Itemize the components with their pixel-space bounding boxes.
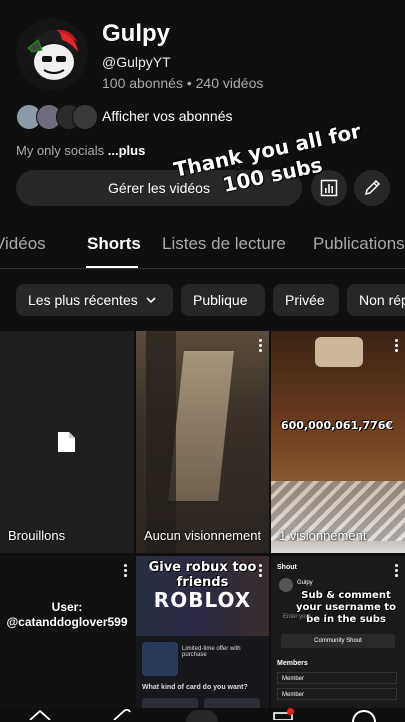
thumbnail-caption-line: your username to [296, 602, 396, 613]
drafts-label: Brouillons [8, 528, 66, 543]
chip-label: Les plus récentes [28, 292, 138, 308]
tab-shorts[interactable]: Shorts [87, 234, 141, 254]
filter-chip-public[interactable]: Publique [181, 284, 265, 316]
show-subscribers-link[interactable]: Afficher vos abonnés [102, 108, 233, 124]
thumbnail-text-line: User: [51, 600, 83, 614]
pencil-icon [364, 179, 381, 196]
analytics-icon [320, 179, 338, 197]
more-options-icon[interactable] [259, 564, 263, 579]
roblox-logo: ROBLOX [153, 588, 252, 612]
chevron-down-icon [146, 297, 156, 304]
filter-chip-private[interactable]: Privée [273, 284, 339, 316]
views-label: Aucun visionnement [144, 528, 262, 543]
video-thumbnail-shape [315, 337, 363, 367]
thumbnail-caption-line: Give robux too [148, 560, 257, 575]
channel-avatar[interactable] [16, 18, 88, 90]
shout-header: Shout [277, 564, 297, 571]
community-shout-button: Community Shout [281, 634, 395, 648]
thumbnail-text: User: @catanddoglover599 [0, 600, 134, 630]
shout-input-placeholder: Enter your [283, 614, 311, 620]
edit-channel-button[interactable] [354, 170, 390, 206]
tab-videos[interactable]: Vidéos [0, 234, 46, 254]
create-button[interactable] [186, 710, 218, 722]
drafts-tile[interactable]: Brouillons [0, 331, 134, 553]
members-header: Members [277, 660, 308, 667]
subscriber-avatar [72, 104, 98, 130]
member-row: Member [277, 688, 397, 700]
shout-user: Gulpy [297, 580, 313, 586]
short-tile[interactable]: 600,000,061,776€ 1 visionnement [271, 331, 405, 553]
more-options-icon[interactable] [124, 564, 128, 579]
video-thumbnail-shape [168, 351, 234, 501]
filter-chip-unlisted[interactable]: Non répertoriée [347, 284, 405, 316]
card-question: What kind of card do you want? [142, 684, 248, 691]
bio-text: My only socials [16, 143, 108, 158]
home-icon[interactable] [28, 710, 52, 720]
thumbnail-caption: Give robux too friends [136, 560, 269, 590]
notification-dot [287, 708, 294, 715]
chip-label: Privée [285, 292, 325, 308]
tab-posts[interactable]: Publications [313, 234, 405, 254]
channel-stats: 100 abonnés • 240 vidéos [102, 75, 264, 91]
views-label: 1 visionnement [279, 528, 367, 543]
member-row: Member [277, 672, 397, 684]
shorts-icon[interactable] [108, 709, 132, 720]
filter-chip-recent[interactable]: Les plus récentes [16, 284, 173, 316]
subscriber-avatars[interactable] [16, 104, 98, 130]
channel-name: Gulpy [102, 20, 171, 47]
card-image [142, 642, 178, 676]
short-tile[interactable]: Give robux too friends ROBLOX Limited-ti… [136, 556, 269, 720]
thumbnail-overlay-text: 600,000,061,776€ [281, 419, 394, 432]
chip-label: Non répertoriée [359, 292, 405, 308]
you-icon[interactable] [352, 710, 376, 722]
short-tile[interactable]: Aucun visionnement [136, 331, 269, 553]
more-options-icon[interactable] [395, 339, 399, 354]
tab-playlists[interactable]: Listes de lecture [162, 234, 286, 254]
chip-label: Publique [193, 292, 248, 308]
channel-handle: @GulpyYT [102, 54, 171, 70]
more-options-icon[interactable] [259, 339, 263, 354]
video-thumbnail-shape [146, 331, 176, 553]
thumbnail-caption: Sub & comment your username to be in the… [291, 590, 401, 626]
more-options-icon[interactable] [395, 564, 399, 579]
offer-text: Limited-time offer with purchase [182, 646, 241, 658]
short-tile[interactable]: User: @catanddoglover599 [0, 556, 134, 720]
bottom-navigation [0, 708, 405, 722]
document-icon [58, 432, 75, 452]
short-tile[interactable]: Shout Gulpy Sub & comment your username … [271, 556, 405, 720]
bio-more-link[interactable]: ...plus [108, 143, 146, 158]
thumbnail-text-line: @catanddoglover599 [6, 615, 128, 629]
tabs-divider [0, 268, 405, 269]
thumbnail-caption-line: Sub & comment [301, 590, 391, 601]
channel-tabs: Vidéos Shorts Listes de lecture Publicat… [0, 228, 405, 268]
channel-bio[interactable]: My only socials ...plus [16, 143, 145, 158]
